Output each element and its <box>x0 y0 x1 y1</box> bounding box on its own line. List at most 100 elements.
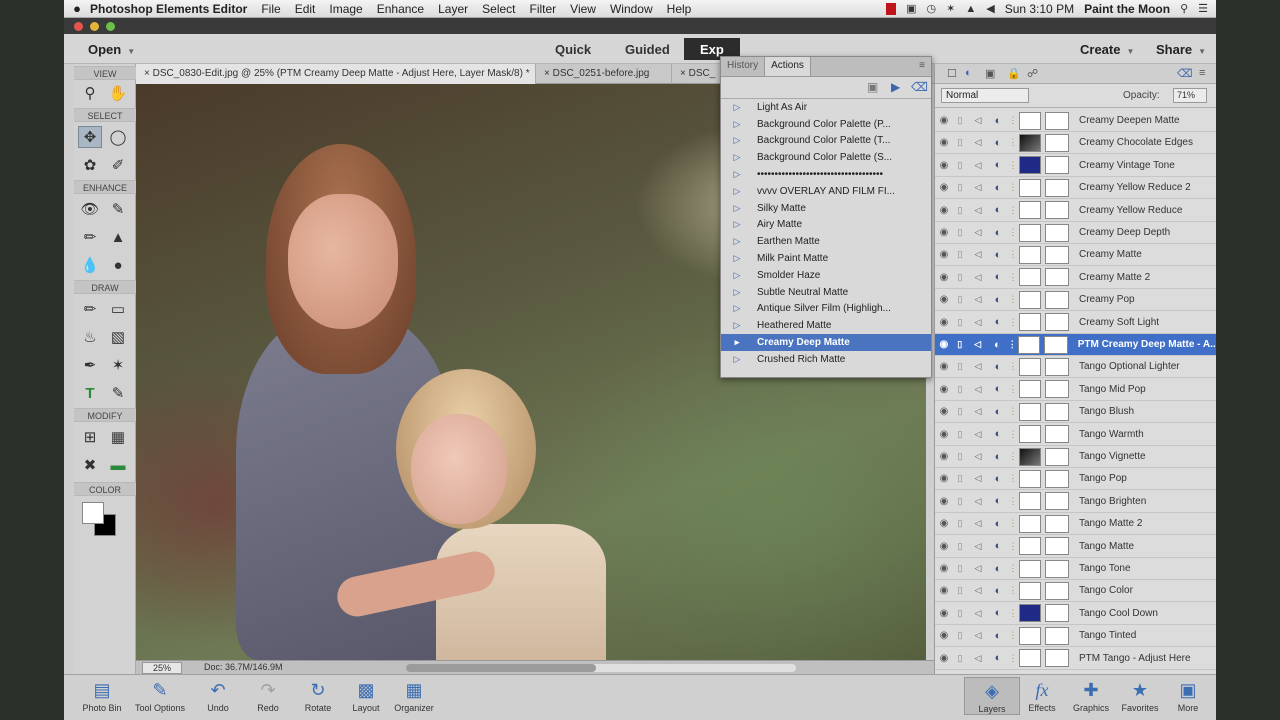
zoom-tool-icon[interactable]: ⚲ <box>78 82 102 104</box>
eye-icon[interactable]: ◉ <box>935 473 953 484</box>
triangle-right-icon[interactable]: ▷ <box>721 169 741 180</box>
layer-mask-icon[interactable]: ▣ <box>985 67 995 80</box>
trash-icon[interactable]: ⌫ <box>1177 67 1193 80</box>
layer-row[interactable]: ◉ ▯ ◁ ◐ ⋮ Creamy Matte 2 <box>935 267 1216 289</box>
display-icon[interactable]: ▣ <box>906 2 916 15</box>
layer-thumbnail[interactable] <box>1019 313 1041 332</box>
layer-thumbnail[interactable] <box>1019 604 1041 623</box>
action-item[interactable]: ▷ Heathered Matte <box>721 317 931 334</box>
layer-thumbnail[interactable] <box>1019 469 1041 488</box>
layer-row[interactable]: ◉ ▯ ◁ ◐ ⋮ Tango Optional Lighter <box>935 356 1216 379</box>
adjustment-layer-icon[interactable]: ◐ <box>965 67 972 79</box>
mode-quick[interactable]: Quick <box>555 42 591 57</box>
create-button[interactable]: Create ▼ <box>1080 42 1134 57</box>
more-button[interactable]: ▣ More <box>1160 677 1216 713</box>
layer-row[interactable]: ◉ ▯ ◁ ◐ ⋮ Tango Brighten <box>935 491 1216 513</box>
action-item[interactable]: ▷ Background Color Palette (T... <box>721 133 931 150</box>
layer-thumbnail[interactable] <box>1019 245 1041 264</box>
layer-row[interactable]: ◉ ▯ ◁ ◐ ⋮ Tango Tone <box>935 558 1216 580</box>
layer-row[interactable]: ◉ ▯ ◁ ◐ ⋮ Tango Vignette <box>935 446 1216 468</box>
chain-icon[interactable]: ⋮ <box>1007 272 1019 283</box>
bluetooth-icon[interactable]: ✶ <box>946 2 955 15</box>
lock-icon[interactable]: ▯ <box>953 160 967 171</box>
eraser-tool-icon[interactable]: ▭ <box>106 298 130 320</box>
eye-icon[interactable]: ◉ <box>935 563 953 574</box>
layer-mask-thumbnail[interactable] <box>1045 201 1069 220</box>
lock-icon[interactable]: ▯ <box>953 115 967 126</box>
menu-view[interactable]: View <box>570 2 596 16</box>
zoom-window-icon[interactable] <box>106 22 115 31</box>
layer-thumbnail[interactable] <box>1019 514 1041 533</box>
action-item[interactable]: ▷ •••••••••••••••••••••••••••••••••••• <box>721 166 931 183</box>
custom-shape-tool-icon[interactable]: ✶ <box>106 354 130 376</box>
layer-row[interactable]: ◉ ▯ ◁ ◐ ⋮ Creamy Chocolate Edges <box>935 132 1216 155</box>
layer-mask-thumbnail[interactable] <box>1045 111 1069 130</box>
hand-tool-icon[interactable]: ✋ <box>106 82 130 104</box>
eye-icon[interactable]: ◉ <box>935 384 953 395</box>
eye-icon[interactable]: ◉ <box>935 608 953 619</box>
chain-icon[interactable]: ⋮ <box>1007 115 1019 126</box>
layer-thumbnail[interactable] <box>1019 178 1041 197</box>
apple-menu-icon[interactable]: ● <box>64 1 90 16</box>
lock-icon[interactable]: ▯ <box>953 182 967 193</box>
eye-icon[interactable]: ◉ <box>935 361 953 372</box>
layers-button[interactable]: ◈ Layers <box>964 677 1020 715</box>
action-item[interactable]: ▷ vvvv OVERLAY AND FILM FI... <box>721 183 931 200</box>
eye-icon[interactable]: ◉ <box>935 227 953 238</box>
wifi-icon[interactable]: ▲ <box>965 3 976 15</box>
layer-thumbnail[interactable] <box>1019 581 1041 600</box>
layer-mask-thumbnail[interactable] <box>1043 335 1068 354</box>
open-button[interactable]: Open ▼ <box>88 42 135 57</box>
layer-thumbnail[interactable] <box>1019 380 1041 399</box>
timemachine-icon[interactable]: ◷ <box>927 2 937 15</box>
chain-icon[interactable]: ⋮ <box>1007 518 1019 529</box>
eye-icon[interactable]: ◉ <box>935 585 953 596</box>
eye-icon[interactable]: ◉ <box>935 406 953 417</box>
volume-icon[interactable]: ◀ <box>986 2 994 15</box>
move-tool-icon[interactable]: ✥ <box>78 126 102 148</box>
tab-history[interactable]: History <box>721 57 764 76</box>
menu-enhance[interactable]: Enhance <box>377 2 424 16</box>
eye-icon[interactable]: ◉ <box>935 182 953 193</box>
layer-thumbnail[interactable] <box>1019 201 1041 220</box>
clone-stamp-tool-icon[interactable]: ▲ <box>106 226 130 248</box>
layer-thumbnail[interactable] <box>1019 268 1041 287</box>
list-icon[interactable]: ☰ <box>1198 2 1208 15</box>
chain-icon[interactable]: ⋮ <box>1006 339 1018 350</box>
brush-tool-icon[interactable]: ✏ <box>78 298 102 320</box>
layer-mask-thumbnail[interactable] <box>1045 492 1069 511</box>
layer-row[interactable]: ◉ ▯ ◁ ◐ ⋮ Creamy Yellow Reduce 2 <box>935 177 1216 200</box>
graphics-button[interactable]: ✚ Graphics <box>1063 677 1119 713</box>
search-icon[interactable]: ⚲ <box>1180 2 1188 15</box>
lock-icon[interactable]: ▯ <box>953 137 967 148</box>
horizontal-scrollbar[interactable] <box>406 664 796 672</box>
layer-thumbnail[interactable] <box>1019 357 1041 376</box>
lock-icon[interactable]: ▯ <box>953 608 967 619</box>
layer-thumbnail[interactable] <box>1019 537 1041 556</box>
layer-mask-thumbnail[interactable] <box>1045 514 1069 533</box>
action-item[interactable]: ▷ Airy Matte <box>721 217 931 234</box>
gradient-tool-icon[interactable]: ▧ <box>106 326 130 348</box>
marquee-tool-icon[interactable]: ◯ <box>106 126 130 148</box>
layer-mask-thumbnail[interactable] <box>1045 626 1069 645</box>
eye-icon[interactable]: ◉ <box>935 137 953 148</box>
layer-row[interactable]: ◉ ▯ ◁ ◐ ⋮ Tango Warmth <box>935 424 1216 446</box>
lock-icon[interactable]: ▯ <box>953 653 967 664</box>
layer-mask-thumbnail[interactable] <box>1045 469 1069 488</box>
action-item[interactable]: ▷ Milk Paint Matte <box>721 250 931 267</box>
chain-icon[interactable]: ⋮ <box>1007 653 1019 664</box>
app-menu[interactable]: Photoshop Elements Editor <box>90 2 247 16</box>
layer-thumbnail[interactable] <box>1019 626 1041 645</box>
lock-icon[interactable]: ▯ <box>953 496 967 507</box>
chain-icon[interactable]: ⋮ <box>1007 541 1019 552</box>
eye-icon[interactable]: ◉ <box>935 249 953 260</box>
action-item[interactable]: ▷ Subtle Neutral Matte <box>721 284 931 301</box>
quick-select-tool-icon[interactable]: ✐ <box>106 154 130 176</box>
layer-mask-thumbnail[interactable] <box>1045 245 1069 264</box>
triangle-right-icon[interactable]: ▷ <box>721 203 741 214</box>
lock-icon[interactable]: ▯ <box>953 585 967 596</box>
chain-icon[interactable]: ⋮ <box>1007 182 1019 193</box>
crop-tool-icon[interactable]: ⊞ <box>78 426 102 448</box>
layer-row[interactable]: ◉ ▯ ◁ ◐ ⋮ Tango Color <box>935 580 1216 603</box>
layer-mask-thumbnail[interactable] <box>1045 649 1069 668</box>
